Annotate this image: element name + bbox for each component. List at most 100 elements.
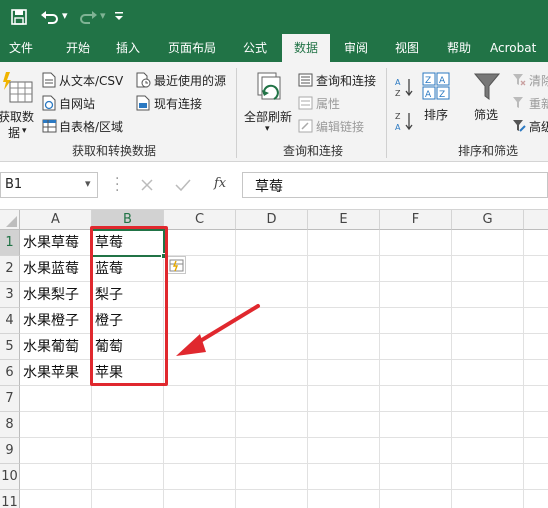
formula-bar-grip-icon: · · · (115, 171, 120, 199)
column-header-c[interactable]: C (164, 210, 236, 230)
tab-formulas[interactable]: 公式 (236, 34, 274, 62)
svg-text:Z: Z (395, 112, 401, 121)
recent-sources-label: 最近使用的源 (154, 74, 227, 88)
cell-a5[interactable]: 水果葡萄 (20, 334, 92, 360)
refresh-all-button[interactable]: 全部刷新 ▾ (242, 70, 296, 140)
column-header-f[interactable]: F (380, 210, 452, 230)
formula-input[interactable]: 草莓 (242, 172, 548, 198)
from-text-csv-button[interactable]: 从文本/CSV (42, 72, 132, 90)
column-header-a[interactable]: A (20, 210, 92, 230)
column-header-h[interactable] (524, 210, 548, 230)
spreadsheet-grid[interactable]: A B C D E F G 1 2 3 4 5 6 7 8 9 10 11 水果… (0, 210, 548, 508)
web-page-icon (42, 95, 56, 111)
svg-text:Z: Z (439, 90, 445, 100)
queries-connections-icon (298, 73, 313, 87)
name-box-value: B1 (5, 177, 23, 192)
name-box[interactable]: B1 ▾ (0, 172, 98, 198)
gridline (20, 437, 548, 438)
red-arrow-icon (176, 304, 260, 356)
gridline (20, 489, 548, 490)
select-all-corner[interactable] (0, 210, 20, 230)
tab-help[interactable]: 帮助 (440, 34, 478, 62)
tab-data[interactable]: 数据 (282, 34, 330, 62)
group-separator (236, 68, 237, 158)
group-separator (386, 68, 387, 158)
row-header-8[interactable]: 8 (0, 412, 20, 438)
cell-a6[interactable]: 水果苹果 (20, 360, 92, 386)
sort-za-icon: Z A (395, 112, 413, 132)
row-header-9[interactable]: 9 (0, 438, 20, 464)
properties-button: 属性 (298, 95, 358, 113)
flash-fill-options-button[interactable] (166, 256, 186, 274)
from-table-range-button[interactable]: 自表格/区域 (42, 118, 132, 136)
existing-connections-button[interactable]: 现有连接 (136, 95, 216, 113)
gridline (451, 230, 452, 508)
cell-a1[interactable]: 水果草莓 (20, 230, 92, 256)
row-header-5[interactable]: 5 (0, 334, 20, 360)
column-header-e[interactable]: E (308, 210, 380, 230)
quick-access-toolbar: ▾ ▾ (0, 0, 548, 34)
advanced-filter-button[interactable]: 高级 (512, 118, 548, 136)
undo-dropdown-icon[interactable]: ▾ (62, 9, 68, 22)
tab-view[interactable]: 视图 (388, 34, 426, 62)
row-header-11[interactable]: 11 (0, 490, 20, 508)
sort-dialog-icon: Z A A Z (422, 72, 450, 100)
name-box-dropdown-icon[interactable]: ▾ (85, 177, 91, 190)
highlight-box (90, 226, 168, 386)
clear-filter-label: 清除 (529, 74, 548, 88)
column-header-g[interactable]: G (452, 210, 524, 230)
group-label-get-transform: 获取和转换数据 (72, 144, 157, 158)
clear-filter-icon (513, 74, 526, 86)
sort-button[interactable]: Z A A Z 排序 (420, 70, 454, 130)
sort-ascending-button[interactable]: A Z (394, 76, 416, 98)
tab-home[interactable]: 开始 (56, 34, 100, 62)
queries-connections-label: 查询和连接 (316, 74, 377, 88)
undo-icon[interactable] (40, 8, 60, 26)
row-header-4[interactable]: 4 (0, 308, 20, 334)
svg-text:A: A (395, 123, 401, 132)
cell-a2[interactable]: 水果蓝莓 (20, 256, 92, 282)
reapply-icon (513, 97, 523, 108)
table-icon (42, 119, 57, 133)
recent-sources-button[interactable]: 最近使用的源 (136, 72, 232, 90)
from-web-button[interactable]: 自网站 (42, 95, 122, 113)
tab-acrobat[interactable]: Acrobat (490, 34, 548, 62)
tab-review[interactable]: 审阅 (336, 34, 376, 62)
tab-page-layout[interactable]: 页面布局 (160, 34, 224, 62)
row-header-6[interactable]: 6 (0, 360, 20, 386)
ribbon-data: 获取数 据 ▾ 从文本/CSV 自网站 自表格/区域 最近使用的源 现有连接 获… (0, 62, 548, 162)
cell-a3[interactable]: 水果梨子 (20, 282, 92, 308)
gridline (20, 411, 548, 412)
reapply-button: 重新 (512, 95, 548, 113)
cell-a4[interactable]: 水果橙子 (20, 308, 92, 334)
properties-icon (298, 96, 313, 110)
row-header-2[interactable]: 2 (0, 256, 20, 282)
cancel-icon (141, 179, 153, 191)
gridline (307, 230, 308, 508)
queries-connections-button[interactable]: 查询和连接 (298, 72, 384, 90)
customize-qat-icon[interactable] (114, 11, 124, 21)
reapply-label: 重新 (529, 97, 548, 111)
filter-funnel-icon (473, 73, 501, 100)
filter-button[interactable]: 筛选 (470, 70, 504, 130)
gridline (235, 230, 236, 508)
from-table-range-label: 自表格/区域 (59, 120, 124, 134)
row-header-1[interactable]: 1 (0, 230, 20, 256)
select-all-icon (6, 216, 17, 227)
group-label-queries: 查询和连接 (283, 144, 344, 158)
properties-label: 属性 (316, 97, 341, 111)
row-header-3[interactable]: 3 (0, 282, 20, 308)
ribbon-tabs: 文件 开始 插入 页面布局 公式 数据 审阅 视图 帮助 Acrobat (0, 34, 548, 62)
tab-file[interactable]: 文件 (0, 34, 42, 62)
row-header-10[interactable]: 10 (0, 464, 20, 490)
tab-insert[interactable]: 插入 (106, 34, 150, 62)
svg-text:A: A (439, 76, 446, 86)
svg-text:Z: Z (425, 76, 431, 86)
save-icon[interactable] (10, 8, 28, 26)
get-data-button[interactable]: 获取数 据 ▾ (0, 70, 38, 140)
sort-descending-button[interactable]: Z A (394, 110, 416, 132)
edit-links-button: 编辑链接 (298, 118, 378, 136)
row-header-7[interactable]: 7 (0, 386, 20, 412)
column-header-d[interactable]: D (236, 210, 308, 230)
insert-function-icon[interactable]: fx (214, 176, 226, 191)
